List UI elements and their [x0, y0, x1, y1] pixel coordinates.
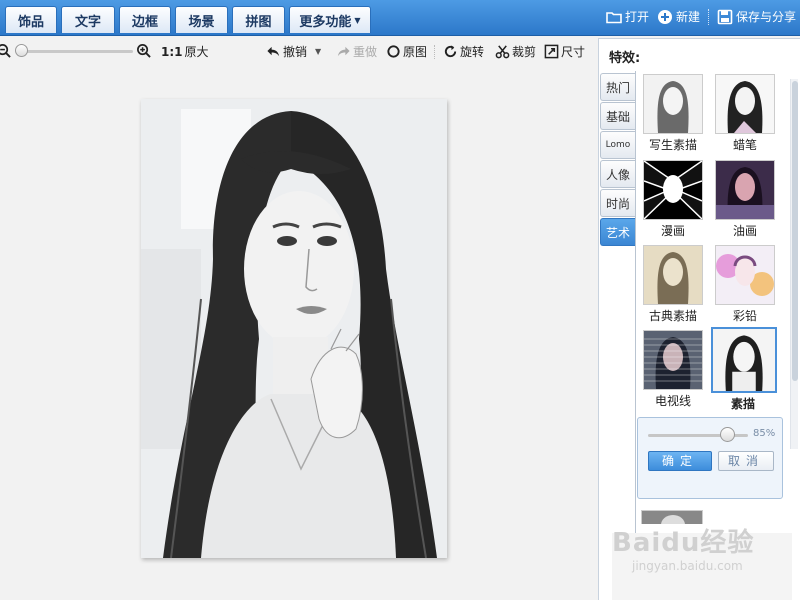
open-button[interactable]: 打开 — [606, 8, 649, 25]
effect-label: 古典素描 — [648, 309, 697, 323]
effects-panel: 特效: 热门 基础 Lomo 人像 时尚 艺术 写生素描 蜡笔 漫画 油画 古典… — [598, 38, 800, 600]
undo-dropdown-icon[interactable]: ▼ — [315, 47, 321, 56]
effect-category-tabs: 热门 基础 Lomo 人像 时尚 艺术 — [600, 73, 635, 247]
plus-circle-icon — [657, 9, 672, 24]
floppy-disk-icon — [717, 9, 733, 24]
undo-button[interactable]: 撤销 ▼ — [266, 43, 321, 60]
top-nav-bar: 饰品 文字 边框 场景 拼图 更多功能 ▼ 打开 新建 保存与分享 — [0, 0, 800, 36]
effect-label: 漫画 — [660, 224, 685, 238]
effect-colored-pencil[interactable]: 彩铅 — [713, 245, 777, 324]
effect-thumbnail — [643, 160, 703, 220]
redo-button[interactable]: 重做 — [336, 43, 377, 60]
effect-thumbnail — [715, 245, 775, 305]
tab-portrait[interactable]: 人像 — [600, 160, 635, 188]
sketch-portrait-image — [141, 99, 447, 558]
new-button[interactable]: 新建 — [657, 8, 700, 25]
tab-lomo[interactable]: Lomo — [600, 131, 635, 159]
tab-divider — [635, 71, 636, 599]
tab-more-features[interactable]: 更多功能 ▼ — [289, 6, 371, 33]
zoom-in-icon — [137, 44, 151, 58]
watermark-logo-text: Baidu经验 — [612, 528, 755, 558]
rotate-button[interactable]: 旋转 — [443, 43, 484, 60]
edit-toolbar: 1:1 原大 撤销 ▼ 重做 原图 旋转 裁剪 尺寸 — [0, 37, 596, 67]
panel-title: 特效: — [609, 51, 641, 66]
watermark-url: jingyan.baidu.com — [632, 559, 743, 573]
effect-thumbnail — [643, 74, 703, 134]
effect-label: 素描 — [730, 397, 755, 411]
redo-label: 重做 — [353, 45, 378, 59]
effect-oil-painting[interactable]: 油画 — [713, 160, 777, 239]
zoom-slider-track[interactable] — [18, 50, 133, 53]
tab-fashion[interactable]: 时尚 — [600, 189, 635, 217]
cancel-button[interactable]: 取消 — [718, 451, 774, 471]
open-label: 打开 — [624, 10, 649, 24]
watermark: Baidu经验 jingyan.baidu.com — [612, 522, 754, 573]
folder-icon — [606, 11, 622, 23]
resize-icon — [544, 44, 559, 59]
undo-label: 撤销 — [283, 45, 308, 59]
rotate-icon — [444, 45, 457, 58]
effect-label: 彩铅 — [732, 309, 757, 323]
effect-thumbnail — [643, 330, 703, 390]
intensity-slider-handle[interactable] — [720, 427, 735, 442]
main-tabs: 饰品 文字 边框 场景 拼图 更多功能 ▼ — [5, 6, 371, 33]
size-label: 尺寸 — [561, 45, 586, 59]
tab-hot[interactable]: 热门 — [600, 73, 635, 101]
effect-label: 蜡笔 — [732, 138, 757, 152]
ratio-label: 1:1 — [161, 44, 183, 59]
effect-classic-sketch[interactable]: 古典素描 — [641, 245, 705, 324]
effect-thumbnail — [715, 160, 775, 220]
zoom-slider-handle[interactable] — [15, 44, 28, 57]
effect-sketch[interactable]: 素描 — [711, 327, 777, 412]
zoom-out-icon — [0, 44, 11, 58]
circle-icon — [387, 45, 400, 58]
zoom-out-button[interactable] — [0, 43, 11, 58]
effect-thumbnail — [711, 327, 777, 393]
canvas-photo[interactable] — [141, 99, 447, 558]
tab-basic[interactable]: 基础 — [600, 102, 635, 130]
scissors-icon — [495, 45, 510, 59]
effect-crayon[interactable]: 蜡笔 — [713, 74, 777, 153]
crop-button[interactable]: 裁剪 — [495, 43, 536, 60]
effect-tv-lines[interactable]: 电视线 — [641, 330, 705, 409]
effect-adjust-box: 85% 确定 取消 — [637, 417, 783, 499]
tab-scene[interactable]: 场景 — [175, 6, 228, 33]
save-share-label: 保存与分享 — [735, 10, 796, 24]
original-image-button[interactable]: 原图 — [386, 43, 427, 60]
intensity-value: 85% — [753, 428, 776, 439]
confirm-button[interactable]: 确定 — [648, 451, 712, 471]
effect-label: 写生素描 — [648, 138, 697, 152]
tab-border[interactable]: 边框 — [119, 6, 171, 33]
size-button[interactable]: 尺寸 — [544, 43, 585, 60]
new-label: 新建 — [675, 10, 700, 24]
toolbar-divider — [434, 45, 435, 59]
crop-label: 裁剪 — [512, 45, 537, 59]
effect-label: 油画 — [732, 224, 757, 238]
redo-icon — [337, 46, 350, 57]
effect-comic[interactable]: 漫画 — [641, 160, 705, 239]
zoom-in-button[interactable] — [136, 43, 151, 58]
rotate-label: 旋转 — [460, 45, 485, 59]
panel-scrollbar[interactable] — [790, 79, 798, 449]
tab-accessories[interactable]: 饰品 — [5, 6, 57, 33]
tab-art[interactable]: 艺术 — [600, 218, 635, 246]
scrollbar-thumb[interactable] — [792, 81, 798, 381]
undo-icon — [267, 46, 280, 57]
effect-sketch-drawing[interactable]: 写生素描 — [641, 74, 705, 153]
original-size-label: 原大 — [184, 45, 209, 59]
effect-label: 电视线 — [654, 394, 691, 408]
effect-thumbnail — [643, 245, 703, 305]
tab-more-features-label: 更多功能 — [299, 14, 352, 30]
top-actions: 打开 新建 保存与分享 — [598, 8, 796, 25]
tab-collage[interactable]: 拼图 — [232, 6, 285, 33]
caret-down-icon: ▼ — [354, 15, 361, 25]
ratio-button[interactable]: 1:1 原大 — [161, 43, 209, 60]
original-image-label: 原图 — [403, 45, 428, 59]
tab-text[interactable]: 文字 — [61, 6, 115, 33]
divider — [707, 8, 709, 25]
effect-thumbnail — [715, 74, 775, 134]
save-share-button[interactable]: 保存与分享 — [717, 8, 796, 25]
